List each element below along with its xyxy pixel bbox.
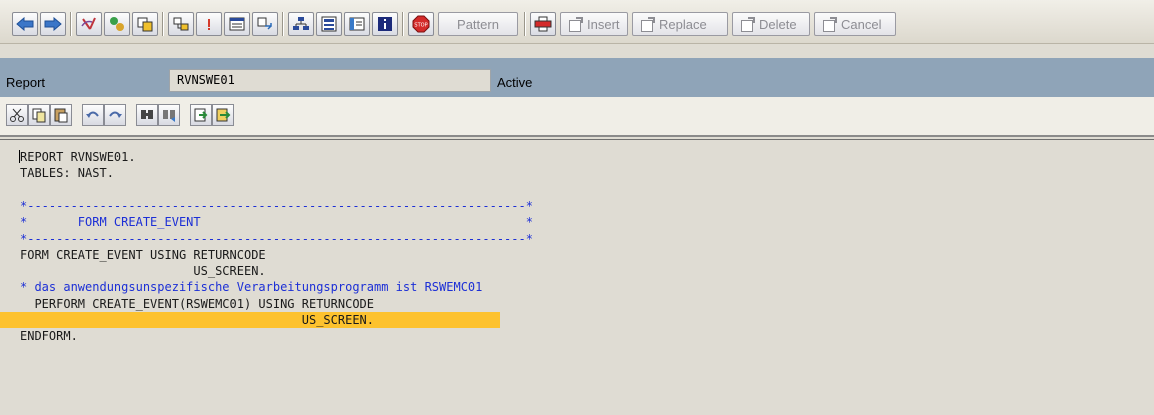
insert-button[interactable]: Insert	[560, 12, 628, 36]
code-comment-line[interactable]: *---------------------------------------…	[0, 231, 533, 247]
replace-button[interactable]: Replace	[632, 12, 728, 36]
code-comment-line[interactable]: *---------------------------------------…	[0, 198, 533, 214]
paste-icon[interactable]	[50, 104, 72, 126]
insert-statement-icon[interactable]	[190, 104, 212, 126]
code-line-highlighted[interactable]: US_SCREEN.	[0, 312, 500, 328]
toolbar-separator	[402, 12, 404, 36]
layout-icon[interactable]	[316, 12, 342, 36]
report-name-field[interactable]: RVNSWE01	[169, 69, 491, 92]
stop-breakpoint-icon[interactable]: STOP	[408, 12, 434, 36]
application-toolbar: STOP Pattern Insert Replace Delete Cance…	[0, 0, 1154, 44]
undo-icon[interactable]	[82, 104, 104, 126]
code-line[interactable]	[0, 182, 20, 198]
toolbar-separator	[524, 12, 526, 36]
delete-button[interactable]: Delete	[732, 12, 810, 36]
code-line[interactable]: TABLES: NAST.	[0, 165, 114, 181]
hierarchy-icon[interactable]	[288, 12, 314, 36]
code-line[interactable]: ENDFORM.	[0, 328, 78, 344]
toolbar-separator	[162, 12, 164, 36]
replace-doc-icon	[640, 16, 655, 32]
report-header-bar: Report RVNSWE01 Active	[0, 58, 1154, 97]
info-marker-icon[interactable]	[196, 12, 222, 36]
code-line[interactable]: US_SCREEN.	[0, 263, 265, 279]
report-label: Report	[6, 75, 46, 90]
redo-icon[interactable]	[104, 104, 126, 126]
pattern-button-label: Pattern	[457, 16, 499, 32]
delete-doc-icon	[740, 16, 755, 32]
copy-icon[interactable]	[28, 104, 50, 126]
editor-toolbar	[0, 97, 1154, 137]
find-next-icon[interactable]	[158, 104, 180, 126]
text-cursor	[19, 150, 20, 163]
replace-button-label: Replace	[659, 16, 707, 32]
svg-text:STOP: STOP	[414, 23, 427, 29]
pattern-button[interactable]: Pattern	[438, 12, 518, 36]
insert-button-label: Insert	[587, 16, 620, 32]
check-syntax-icon[interactable]	[76, 12, 102, 36]
report-status: Active	[497, 75, 533, 90]
forward-arrow-icon[interactable]	[40, 12, 66, 36]
split-screen-editor-icon[interactable]	[530, 12, 556, 36]
cancel-button[interactable]: Cancel	[814, 12, 896, 36]
information-icon[interactable]	[372, 12, 398, 36]
toolbar-separator	[282, 12, 284, 36]
code-line[interactable]: REPORT RVNSWE01.	[0, 149, 136, 165]
display-object-icon[interactable]	[344, 12, 370, 36]
code-comment-line[interactable]: * das anwendungsunspezifische Verarbeitu…	[0, 279, 482, 295]
activate-icon[interactable]	[104, 12, 130, 36]
code-line[interactable]: FORM CREATE_EVENT USING RETURNCODE	[0, 247, 266, 263]
delete-button-label: Delete	[759, 16, 797, 32]
pretty-printer-icon[interactable]	[212, 104, 234, 126]
cancel-button-label: Cancel	[841, 16, 882, 32]
code-line[interactable]: PERFORM CREATE_EVENT(RSWEMC01) USING RET…	[0, 296, 374, 312]
code-editor[interactable]: REPORT RVNSWE01. TABLES: NAST. *----------…	[0, 139, 1154, 415]
navigation-window-icon[interactable]	[252, 12, 278, 36]
cut-icon[interactable]	[6, 104, 28, 126]
insert-doc-icon	[568, 16, 583, 32]
object-list-icon[interactable]	[224, 12, 250, 36]
toolbar-separator	[70, 12, 72, 36]
find-icon[interactable]	[136, 104, 158, 126]
back-arrow-icon[interactable]	[12, 12, 38, 36]
test-icon[interactable]	[132, 12, 158, 36]
code-comment-line[interactable]: * FORM CREATE_EVENT *	[0, 214, 533, 230]
cancel-doc-icon	[822, 16, 837, 32]
where-used-list-icon[interactable]	[168, 12, 194, 36]
